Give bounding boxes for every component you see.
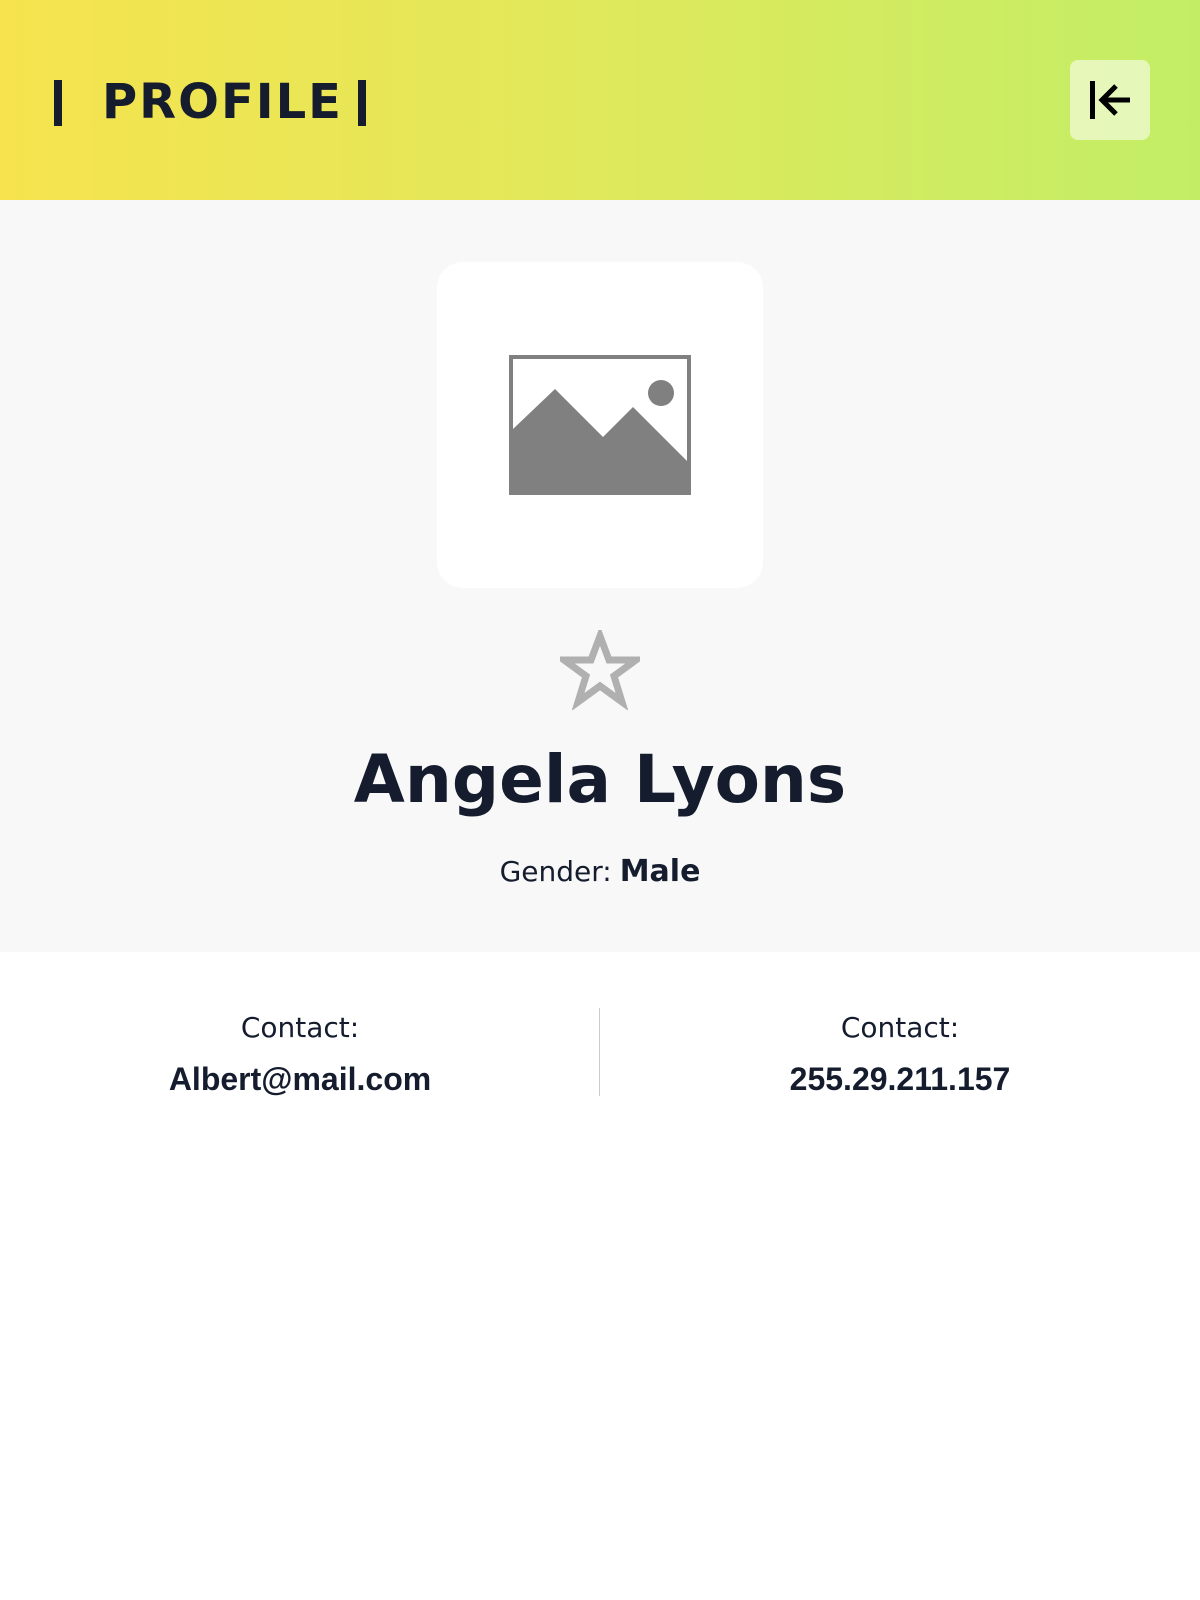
profile-section: Angela Lyons Gender: Male xyxy=(0,200,1200,952)
contact-email-value[interactable]: Albert@mail.com xyxy=(0,1058,600,1100)
contacts-section: Contact: Albert@mail.com Contact: 255.29… xyxy=(0,952,1200,1600)
avatar xyxy=(437,262,763,588)
gender-label: Gender: xyxy=(499,855,612,888)
contact-ip: Contact: 255.29.211.157 xyxy=(600,1008,1200,1100)
contact-ip-value[interactable]: 255.29.211.157 xyxy=(600,1058,1200,1100)
page-title: PROFILE xyxy=(102,74,343,130)
contact-email: Contact: Albert@mail.com xyxy=(0,1008,600,1100)
title-bar-left xyxy=(54,80,62,126)
gender-row: Gender: Male xyxy=(0,852,1200,892)
image-placeholder-icon xyxy=(509,355,691,495)
gender-value: Male xyxy=(619,854,701,889)
profile-name: Angela Lyons xyxy=(353,741,847,818)
header-bar: PROFILE xyxy=(0,0,1200,200)
title-bar-right xyxy=(358,80,366,126)
favorite-star-icon[interactable] xyxy=(560,630,640,710)
collapse-left-icon xyxy=(1090,81,1130,119)
contact-label: Contact: xyxy=(840,1011,960,1044)
contact-label: Contact: xyxy=(240,1011,360,1044)
back-button[interactable] xyxy=(1070,60,1150,140)
